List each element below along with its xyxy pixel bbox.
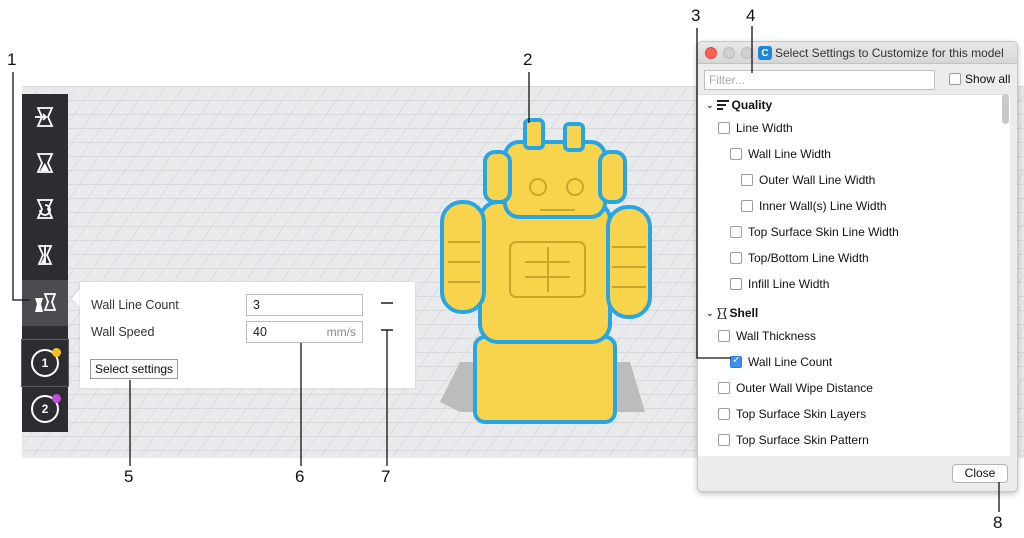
filter-input[interactable] (704, 70, 935, 90)
setting-label: Top/Bottom Line Width (748, 251, 869, 265)
top-bottom-line-width-checkbox[interactable] (730, 252, 742, 264)
rotate-icon (36, 199, 54, 219)
setting-outer-wall-line-width[interactable]: Outer Wall Line Width (741, 173, 875, 187)
outer-wall-line-width-checkbox[interactable] (741, 174, 753, 186)
setting-label: Line Width (736, 121, 793, 135)
close-window-icon[interactable] (705, 47, 717, 59)
setting-line-width[interactable]: Line Width (718, 121, 793, 135)
wall-speed-label: Wall Speed (91, 325, 155, 339)
remove-wall-speed-button[interactable] (381, 329, 393, 331)
cura-app-icon: C (758, 46, 772, 60)
extruder-2-button[interactable]: 2 (22, 386, 68, 432)
robot-model[interactable] (430, 112, 670, 428)
per-model-settings-icon (35, 293, 57, 312)
extruder-1-color-dot (52, 348, 61, 357)
remove-wall-line-count-button[interactable] (381, 302, 393, 304)
wall-speed-unit: mm/s (326, 325, 356, 339)
extruder-2-number: 2 (41, 402, 49, 416)
setting-top-surface-skin-layers[interactable]: Top Surface Skin Layers (718, 407, 866, 421)
setting-label: Outer Wall Wipe Distance (736, 381, 873, 395)
wall-line-width-checkbox[interactable] (730, 148, 742, 160)
dialog-titlebar: C Select Settings to Customize for this … (698, 42, 1017, 64)
mirror-icon (37, 245, 53, 265)
select-settings-button[interactable]: Select settings (90, 359, 179, 379)
wall-line-count-value: 3 (253, 298, 260, 312)
wall-line-count-checkbox[interactable] (730, 355, 742, 368)
inner-wall-line-width-checkbox[interactable] (741, 200, 753, 212)
setting-top-surface-skin-pattern[interactable]: Top Surface Skin Pattern (718, 433, 869, 447)
show-all-label: Show all (965, 72, 1011, 86)
callout-2: 2 (523, 50, 533, 69)
shell-icon (716, 307, 727, 319)
setting-label: Inner Wall(s) Line Width (759, 199, 887, 213)
callout-7: 7 (381, 467, 391, 486)
setting-label: Infill Line Width (748, 277, 830, 291)
setting-wall-thickness[interactable]: Wall Thickness (718, 329, 816, 343)
per-model-settings-panel: Wall Line Count 3 Wall Speed 40 mm/s Sele… (80, 282, 415, 388)
setting-infill-line-width[interactable]: Infill Line Width (730, 277, 829, 291)
setting-outer-wall-wipe-distance[interactable]: Outer Wall Wipe Distance (718, 381, 873, 395)
settings-scrollbar[interactable] (1002, 94, 1009, 124)
wall-speed-value: 40 (253, 325, 267, 339)
move-tool-button[interactable] (22, 94, 68, 140)
scale-tool-button[interactable] (22, 140, 68, 186)
wall-speed-input[interactable]: 40 mm/s (246, 321, 363, 343)
setting-top-bottom-line-width[interactable]: Top/Bottom Line Width (730, 251, 869, 265)
callout-3: 3 (691, 6, 701, 25)
callout-8: 8 (993, 513, 1003, 532)
setting-label: Wall Line Width (748, 147, 831, 161)
callout-4: 4 (746, 6, 756, 25)
outer-wall-wipe-distance-checkbox[interactable] (718, 382, 730, 394)
extruder-2-color-dot (52, 394, 61, 403)
line-width-checkbox[interactable] (718, 122, 730, 134)
move-icon (35, 107, 54, 127)
wall-line-count-label: Wall Line Count (91, 298, 179, 312)
category-quality-label: Quality (731, 98, 773, 112)
setting-wall-line-width[interactable]: Wall Line Width (730, 147, 831, 161)
settings-list[interactable]: ⌄ Quality Line Width Wall Line Width Out… (698, 94, 1010, 456)
quality-icon (716, 100, 729, 110)
panel-pointer (72, 290, 80, 306)
wall-line-count-input[interactable]: 3 (246, 294, 363, 316)
mirror-tool-button[interactable] (22, 232, 68, 278)
callout-5: 5 (124, 467, 134, 486)
setting-label: Outer Wall Line Width (759, 173, 876, 187)
per-model-settings-tool-button[interactable] (22, 280, 68, 326)
callout-6: 6 (295, 467, 305, 486)
setting-label: Top Surface Skin Pattern (736, 433, 869, 447)
setting-wall-line-count[interactable]: Wall Line Count (730, 355, 832, 369)
top-surface-skin-pattern-checkbox[interactable] (718, 434, 730, 446)
infill-line-width-checkbox[interactable] (730, 278, 742, 290)
setting-inner-wall-line-width[interactable]: Inner Wall(s) Line Width (741, 199, 887, 213)
show-all-checkbox[interactable] (949, 73, 961, 85)
callout-1: 1 (7, 50, 17, 69)
top-surface-skin-line-width-checkbox[interactable] (730, 226, 742, 238)
chevron-down-icon: ⌄ (706, 307, 714, 318)
category-shell-label: Shell (729, 306, 759, 320)
dialog-title: Select Settings to Customize for this mo… (775, 46, 1004, 60)
scale-icon (36, 153, 54, 173)
setting-label: Top Surface Skin Layers (736, 407, 867, 421)
extruder-1-button[interactable]: 1 (21, 339, 69, 387)
setting-label: Wall Thickness (736, 329, 817, 343)
select-settings-dialog: C Select Settings to Customize for this … (697, 41, 1018, 492)
setting-label: Top Surface Skin Line Width (748, 225, 899, 239)
zoom-window-icon[interactable] (741, 47, 753, 59)
extruder-1-number: 1 (41, 356, 49, 370)
chevron-down-icon: ⌄ (706, 99, 714, 110)
category-shell[interactable]: ⌄ Shell (706, 306, 758, 320)
rotate-tool-button[interactable] (22, 186, 68, 232)
close-button[interactable]: Close (952, 464, 1008, 483)
wall-thickness-checkbox[interactable] (718, 330, 730, 342)
minimize-window-icon[interactable] (723, 47, 735, 59)
show-all-toggle[interactable]: Show all (949, 72, 1010, 86)
setting-top-surface-skin-line-width[interactable]: Top Surface Skin Line Width (730, 225, 899, 239)
tool-sidebar: 1 2 (21, 94, 69, 432)
category-quality[interactable]: ⌄ Quality (706, 98, 772, 112)
setting-label: Wall Line Count (748, 355, 833, 369)
top-surface-skin-layers-checkbox[interactable] (718, 408, 730, 420)
